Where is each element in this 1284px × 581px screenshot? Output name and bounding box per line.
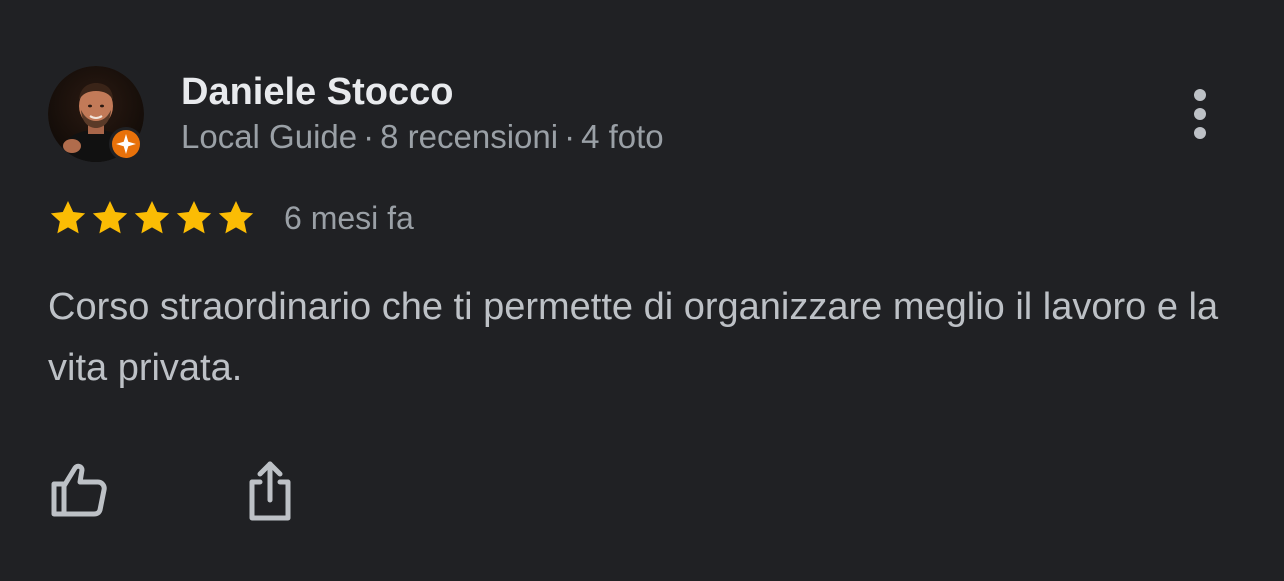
rating-row: 6 mesi fa (48, 196, 414, 240)
review-text: Corso straordinario che ti permette di o… (48, 286, 1219, 389)
author-name[interactable]: Daniele Stocco (181, 70, 453, 114)
review-card: Daniele Stocco Local Guide · 8 recensioni ·… (0, 0, 1284, 581)
star-icon (92, 201, 128, 234)
author-level: Local Guide (181, 118, 358, 155)
more-options-button[interactable] (1180, 86, 1220, 142)
author-photos-count: 4 foto (581, 118, 664, 155)
meta-separator: · (363, 118, 375, 155)
star-icon (50, 201, 86, 234)
star-icon (176, 201, 212, 234)
share-icon (249, 461, 291, 521)
meta-separator: · (564, 118, 576, 155)
star-rating (48, 198, 258, 238)
like-button[interactable] (44, 458, 112, 522)
more-vert-icon (1194, 89, 1206, 139)
share-button[interactable] (238, 456, 302, 524)
author-reviews-count: 8 recensioni (380, 118, 559, 155)
thumbs-up-icon (51, 463, 107, 517)
author-avatar[interactable] (48, 66, 144, 162)
star-icon (134, 201, 170, 234)
author-meta: Local Guide · 8 recensioni · 4 foto (181, 117, 664, 157)
review-date: 6 mesi fa (284, 200, 414, 236)
local-guide-badge-icon (109, 127, 143, 161)
star-icon (218, 201, 254, 234)
